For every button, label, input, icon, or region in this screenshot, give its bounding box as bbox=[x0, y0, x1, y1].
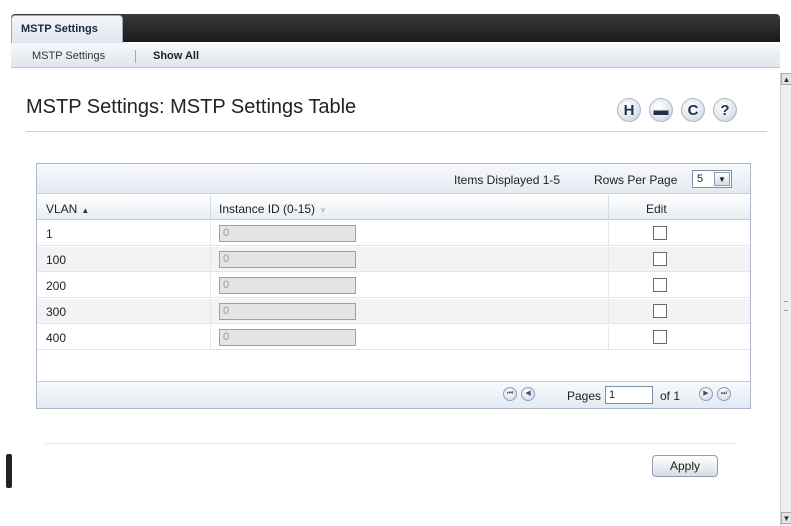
apply-button[interactable]: Apply bbox=[652, 455, 718, 477]
section-divider bbox=[45, 443, 737, 444]
instance-id-field: 0 bbox=[219, 225, 356, 242]
table-row: 300 0 bbox=[37, 299, 750, 324]
page-number-input[interactable]: 1 bbox=[605, 386, 653, 404]
tab-mstp-settings[interactable]: MSTP Settings bbox=[11, 15, 123, 44]
table-row: 1 0 bbox=[37, 221, 750, 246]
sort-descending-icon: ▼ bbox=[319, 206, 327, 215]
print-icon[interactable]: ▬ bbox=[649, 98, 673, 122]
help-icon[interactable]: ? bbox=[713, 98, 737, 122]
vlan-cell: 300 bbox=[46, 305, 67, 319]
scroll-grip-icon[interactable] bbox=[784, 301, 788, 311]
instance-id-field: 0 bbox=[219, 251, 356, 268]
edit-checkbox[interactable] bbox=[653, 278, 667, 292]
vlan-cell: 400 bbox=[46, 331, 67, 345]
edit-checkbox[interactable] bbox=[653, 330, 667, 344]
subnav-item-mstp-settings[interactable]: MSTP Settings bbox=[32, 50, 105, 62]
chevron-down-icon[interactable]: ▼ bbox=[714, 172, 730, 186]
column-divider bbox=[608, 195, 609, 220]
first-page-icon[interactable]: ⏮ bbox=[503, 387, 517, 401]
page-title: MSTP Settings: MSTP Settings Table bbox=[26, 96, 357, 118]
vlan-cell: 1 bbox=[46, 227, 53, 241]
items-displayed-text: Items Displayed 1-5 bbox=[454, 173, 561, 187]
mstp-settings-table: Items Displayed 1-5 Rows Per Page 5 ▼ VL… bbox=[36, 163, 751, 409]
table-header-bar: Items Displayed 1-5 Rows Per Page 5 ▼ bbox=[37, 164, 750, 194]
table-row: 200 0 bbox=[37, 273, 750, 298]
edit-checkbox[interactable] bbox=[653, 226, 667, 240]
column-divider bbox=[210, 195, 211, 220]
scroll-down-icon[interactable]: ▼ bbox=[781, 512, 791, 524]
vlan-cell: 100 bbox=[46, 253, 67, 267]
instance-id-field: 0 bbox=[219, 277, 356, 294]
rows-per-page-value: 5 bbox=[697, 173, 704, 185]
vertical-scrollbar[interactable]: ▲ ▼ bbox=[780, 73, 791, 526]
table-row: 100 0 bbox=[37, 247, 750, 272]
edit-checkbox[interactable] bbox=[653, 304, 667, 318]
table-row: 400 0 bbox=[37, 325, 750, 350]
instance-id-field: 0 bbox=[219, 303, 356, 320]
pagination-bar: ⏮ ◀ Pages 1 of 1 ▶ ⏭ bbox=[37, 381, 750, 408]
previous-page-icon[interactable]: ◀ bbox=[521, 387, 535, 401]
subnav-divider bbox=[135, 50, 136, 63]
subnav-item-show-all[interactable]: Show All bbox=[153, 50, 199, 62]
rows-per-page-select[interactable]: 5 ▼ bbox=[692, 170, 732, 188]
top-tab-bar bbox=[11, 14, 780, 42]
page-count-label: of 1 bbox=[660, 389, 681, 403]
pages-label: Pages bbox=[567, 389, 602, 403]
save-icon[interactable]: H bbox=[617, 98, 641, 122]
column-header-vlan[interactable]: VLAN ▲ bbox=[46, 202, 89, 216]
last-page-icon[interactable]: ⏭ bbox=[717, 387, 731, 401]
vlan-cell: 200 bbox=[46, 279, 67, 293]
scroll-up-icon[interactable]: ▲ bbox=[781, 73, 791, 85]
edit-checkbox[interactable] bbox=[653, 252, 667, 266]
title-divider bbox=[26, 131, 767, 132]
sub-navigation: MSTP Settings Show All bbox=[11, 43, 780, 68]
sort-ascending-icon: ▲ bbox=[81, 206, 90, 215]
rows-per-page-label: Rows Per Page bbox=[594, 173, 678, 187]
collapse-handle[interactable] bbox=[6, 454, 12, 488]
instance-id-field: 0 bbox=[219, 329, 356, 346]
table-column-headers: VLAN ▲ Instance ID (0-15) ▼ Edit bbox=[37, 195, 750, 220]
refresh-icon[interactable]: C bbox=[681, 98, 705, 122]
next-page-icon[interactable]: ▶ bbox=[699, 387, 713, 401]
column-header-instance-id[interactable]: Instance ID (0-15) ▼ bbox=[219, 202, 327, 216]
column-header-edit: Edit bbox=[646, 202, 667, 216]
